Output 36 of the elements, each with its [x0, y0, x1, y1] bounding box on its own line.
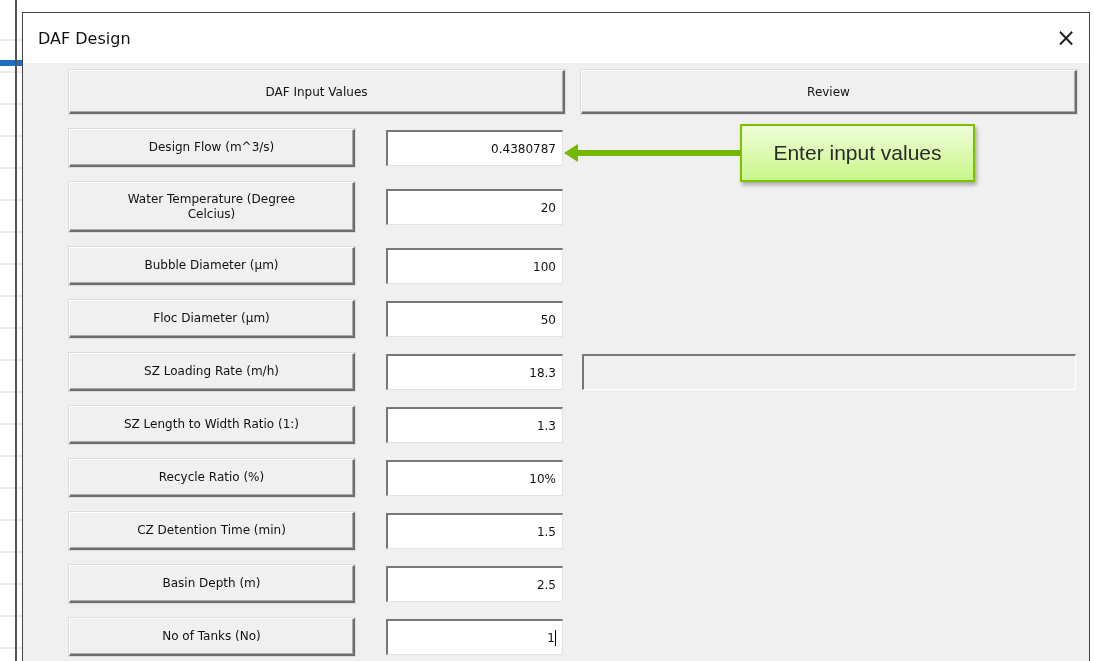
field-label-button[interactable]: Basin Depth (m) [69, 565, 355, 603]
field-value: 1 [547, 630, 555, 645]
field-label-button[interactable]: SZ Length to Width Ratio (1:) [69, 406, 355, 444]
tab-button[interactable]: DAF Input Values [69, 70, 565, 114]
input-field[interactable]: 10% [386, 460, 563, 496]
input-field[interactable]: 2.5 [386, 566, 563, 602]
field-value: 18.3 [529, 365, 556, 380]
input-field[interactable]: 1 [386, 619, 563, 655]
field-value: 2.5 [536, 577, 556, 592]
field-label-button[interactable]: CZ Detention Time (min) [69, 512, 355, 550]
field-value: 10% [529, 471, 556, 486]
field-value: 0.4380787 [491, 141, 556, 156]
window-title: DAF Design [38, 28, 131, 48]
arrow-icon [564, 144, 740, 162]
field-value: 100 [533, 259, 556, 274]
field-value: 1.3 [536, 418, 556, 433]
field-value: 1.5 [536, 524, 556, 539]
field-label-button[interactable]: No of Tanks (No) [69, 618, 355, 656]
field-value: 20 [540, 200, 556, 215]
field-label-button[interactable]: Floc Diameter (µm) [69, 300, 355, 338]
input-field[interactable]: 20 [386, 189, 563, 225]
close-button[interactable]: × [1043, 18, 1089, 58]
tab-button[interactable]: Review [581, 70, 1077, 114]
input-field[interactable]: 18.3 [386, 354, 563, 390]
field-label-button[interactable]: Design Flow (m^3/s) [69, 129, 355, 167]
input-field[interactable]: 1.3 [386, 407, 563, 443]
input-field[interactable]: 100 [386, 248, 563, 284]
field-label-button[interactable]: Bubble Diameter (µm) [69, 247, 355, 285]
field-label-button[interactable]: Recycle Ratio (%) [69, 459, 355, 497]
field-label-button[interactable]: Water Temperature (Degree Celcius) [69, 182, 355, 232]
callout-note: Enter input values [740, 124, 975, 182]
input-field[interactable]: 50 [386, 301, 563, 337]
field-label-button[interactable]: SZ Loading Rate (m/h) [69, 353, 355, 391]
input-field[interactable]: 1.5 [386, 513, 563, 549]
input-field[interactable]: 0.4380787 [386, 130, 563, 166]
field-value: 50 [540, 312, 556, 327]
